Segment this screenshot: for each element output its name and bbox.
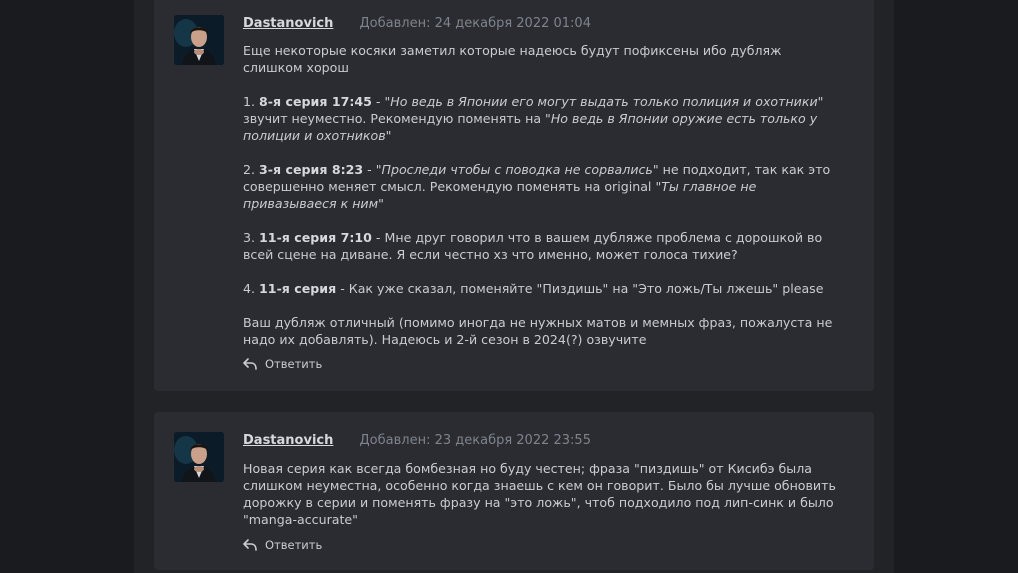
comment-card: Dastanovich Добавлен: 24 декабря 2022 01…: [154, 0, 874, 391]
page-right-margin: [894, 0, 1018, 573]
comment-date: Добавлен: 23 декабря 2022 23:55: [359, 433, 591, 448]
item-number: 2.: [243, 162, 256, 177]
quote: "Проследи чтобы с поводка не сорвались": [375, 162, 659, 177]
comment-meta: Dastanovich Добавлен: 23 декабря 2022 23…: [243, 433, 591, 448]
reply-button[interactable]: Ответить: [243, 538, 322, 552]
avatar-icon: [174, 15, 224, 65]
comment-paragraph: Новая серия как всегда бомбезная но буду…: [243, 461, 836, 527]
avatar-icon: [174, 432, 224, 482]
comment-card: Dastanovich Добавлен: 23 декабря 2022 23…: [154, 412, 874, 570]
item-text: звучит неуместно. Рекомендую поменять на: [243, 111, 546, 126]
comment-body: Еще некоторые косяки заметил которые над…: [243, 42, 843, 348]
item-number: 3.: [243, 230, 256, 245]
episode-ref: 3-я серия 8:23: [259, 162, 364, 177]
episode-ref: 11-я серия 7:10: [259, 230, 372, 245]
comment-date: Добавлен: 24 декабря 2022 01:04: [359, 16, 591, 31]
author-link[interactable]: Dastanovich: [243, 433, 333, 448]
item-text: - Как уже сказал, поменяйте "Пиздишь" на…: [336, 281, 824, 296]
comment-paragraph: Еще некоторые косяки заметил которые над…: [243, 43, 782, 75]
reply-button[interactable]: Ответить: [243, 357, 322, 371]
comment-paragraph: Ваш дубляж отличный (помимо иногда не ну…: [243, 315, 833, 347]
reply-label: Ответить: [265, 357, 323, 371]
author-link[interactable]: Dastanovich: [243, 16, 333, 31]
comment-meta: Dastanovich Добавлен: 24 декабря 2022 01…: [243, 16, 591, 31]
reply-arrow-icon: [243, 539, 257, 551]
page-left-margin: [0, 0, 134, 573]
quote: "Но ведь в Японии его могут выдать тольк…: [384, 94, 824, 109]
separator: -: [363, 162, 376, 177]
reply-arrow-icon: [243, 358, 257, 370]
comment-item: 4. 11-я серия - Как уже сказал, поменяйт…: [243, 280, 843, 297]
episode-ref: 11-я серия: [259, 281, 337, 296]
item-number: 1.: [243, 94, 256, 109]
avatar[interactable]: [174, 15, 224, 65]
episode-ref: 8-я серия 17:45: [259, 94, 372, 109]
avatar[interactable]: [174, 432, 224, 482]
reply-label: Ответить: [265, 538, 323, 552]
comment-item: 2. 3-я серия 8:23 - "Проследи чтобы с по…: [243, 161, 843, 212]
comment-body: Новая серия как всегда бомбезная но буду…: [243, 460, 843, 528]
comment-item: 1. 8-я серия 17:45 - "Но ведь в Японии е…: [243, 93, 843, 144]
separator: -: [371, 94, 385, 109]
item-number: 4.: [243, 281, 256, 296]
comment-item: 3. 11-я серия 7:10 - Мне друг говорил чт…: [243, 229, 843, 263]
